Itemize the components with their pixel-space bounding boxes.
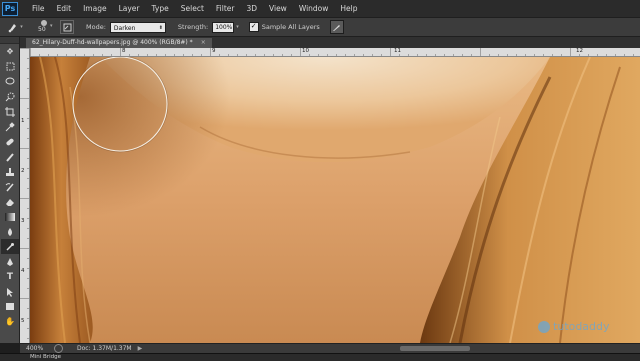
ruler-left-ticks [20, 48, 29, 339]
lasso-tool-icon[interactable] [1, 74, 19, 89]
burn-tool-icon [8, 24, 17, 33]
menu-edit[interactable]: Edit [51, 0, 78, 17]
ruler-top-label: 9 [212, 48, 216, 54]
watermark-text: tutodaddy [553, 320, 610, 333]
mode-value: Darken [113, 24, 136, 32]
pressure-strength-button[interactable] [329, 20, 344, 34]
menu-bar: Ps File Edit Image Layer Type Select Fil… [0, 0, 640, 17]
brush-panel-icon [63, 23, 71, 31]
ruler-top-label: 12 [576, 48, 583, 54]
shape-tool-icon[interactable] [1, 299, 19, 314]
menu-3d[interactable]: 3D [240, 0, 263, 17]
eyedropper-tool-icon[interactable] [1, 119, 19, 134]
ruler-left-label: 1 [21, 118, 25, 124]
menu-layer[interactable]: Layer [113, 0, 146, 17]
marquee-tool-icon[interactable] [1, 59, 19, 74]
ruler-top[interactable]: 8 9 10 11 12 [30, 48, 640, 57]
menu-file[interactable]: File [26, 0, 51, 17]
menu-image[interactable]: Image [77, 0, 113, 17]
eraser-tool-icon[interactable] [1, 194, 19, 209]
ruler-left-label: 3 [21, 218, 25, 224]
photo-image [30, 57, 640, 343]
photoshop-logo: Ps [2, 1, 18, 16]
zoom-level[interactable]: 400% [26, 345, 46, 352]
brush-picker[interactable]: 50 ▾ [34, 19, 56, 35]
watermark-logo: tutodaddy [538, 320, 610, 333]
ruler-top-label: 8 [122, 48, 126, 54]
ruler-top-label: 11 [394, 48, 401, 54]
pen-pressure-icon [333, 24, 341, 31]
ruler-top-label: 10 [302, 48, 309, 54]
clone-stamp-tool-icon[interactable] [1, 164, 19, 179]
type-tool-icon[interactable]: T [1, 269, 19, 284]
brush-tool-icon[interactable] [1, 149, 19, 164]
horizontal-scrollbar[interactable] [400, 346, 470, 351]
proof-status-icon[interactable] [54, 344, 63, 353]
strength-input[interactable]: 100% [212, 21, 235, 33]
mode-label: Mode: [86, 23, 106, 31]
quick-select-tool-icon[interactable] [1, 89, 19, 104]
hand-tool-icon[interactable]: ✋ [1, 314, 19, 329]
brush-size-value: 50 [38, 26, 46, 33]
document-canvas[interactable] [30, 57, 640, 343]
tool-preset-picker[interactable]: ▾ [6, 20, 24, 34]
blur-tool-icon[interactable] [1, 224, 19, 239]
toolbox-grip[interactable] [0, 37, 19, 44]
status-bar: 400% Doc: 1.37M/1.37M ▶ [20, 343, 640, 353]
document-tab[interactable]: 62_Hilary-Duff-hd-wallpapers.jpg @ 400% … [26, 38, 212, 48]
menu-window[interactable]: Window [293, 0, 335, 17]
history-brush-tool-icon[interactable] [1, 179, 19, 194]
ruler-left[interactable]: 1 2 3 4 5 [20, 48, 30, 343]
move-tool-icon[interactable]: ✥ [1, 44, 19, 59]
menu-type[interactable]: Type [146, 0, 175, 17]
sample-all-layers-checkbox[interactable]: ✓ [248, 22, 259, 32]
document-tab-bar: 62_Hilary-Duff-hd-wallpapers.jpg @ 400% … [20, 37, 640, 48]
ruler-left-label: 5 [21, 318, 25, 324]
options-bar: ▾ 50 ▾ Mode: Darken ⬍ Strength: 100% ▾ ✓… [0, 17, 640, 37]
sample-all-layers-label: Sample All Layers [261, 23, 320, 31]
toolbox: ✥ T ✋ [0, 37, 20, 343]
status-menu-arrow-icon[interactable]: ▶ [138, 345, 143, 352]
close-tab-icon[interactable]: × [201, 38, 206, 48]
menu-filter[interactable]: Filter [210, 0, 241, 17]
burn-tool-icon[interactable] [1, 239, 19, 254]
crop-tool-icon[interactable] [1, 104, 19, 119]
strength-slider-toggle[interactable]: ▾ [236, 24, 239, 30]
menu-help[interactable]: Help [334, 0, 363, 17]
mode-select[interactable]: Darken ⬍ [109, 21, 166, 33]
gradient-tool-icon[interactable] [1, 209, 19, 224]
path-select-tool-icon[interactable] [1, 284, 19, 299]
watermark-icon [538, 320, 550, 333]
pen-tool-icon[interactable] [1, 254, 19, 269]
ruler-left-label: 2 [21, 168, 25, 174]
ruler-left-label: 4 [21, 268, 25, 274]
document-title: 62_Hilary-Duff-hd-wallpapers.jpg @ 400% … [32, 39, 193, 46]
menu-view[interactable]: View [263, 0, 293, 17]
document-info: Doc: 1.37M/1.37M [77, 345, 132, 352]
menu-select[interactable]: Select [175, 0, 210, 17]
brush-panel-toggle[interactable] [60, 20, 74, 34]
healing-tool-icon[interactable] [1, 134, 19, 149]
chevron-down-icon: ⬍ [158, 24, 163, 31]
strength-label: Strength: [177, 23, 209, 31]
